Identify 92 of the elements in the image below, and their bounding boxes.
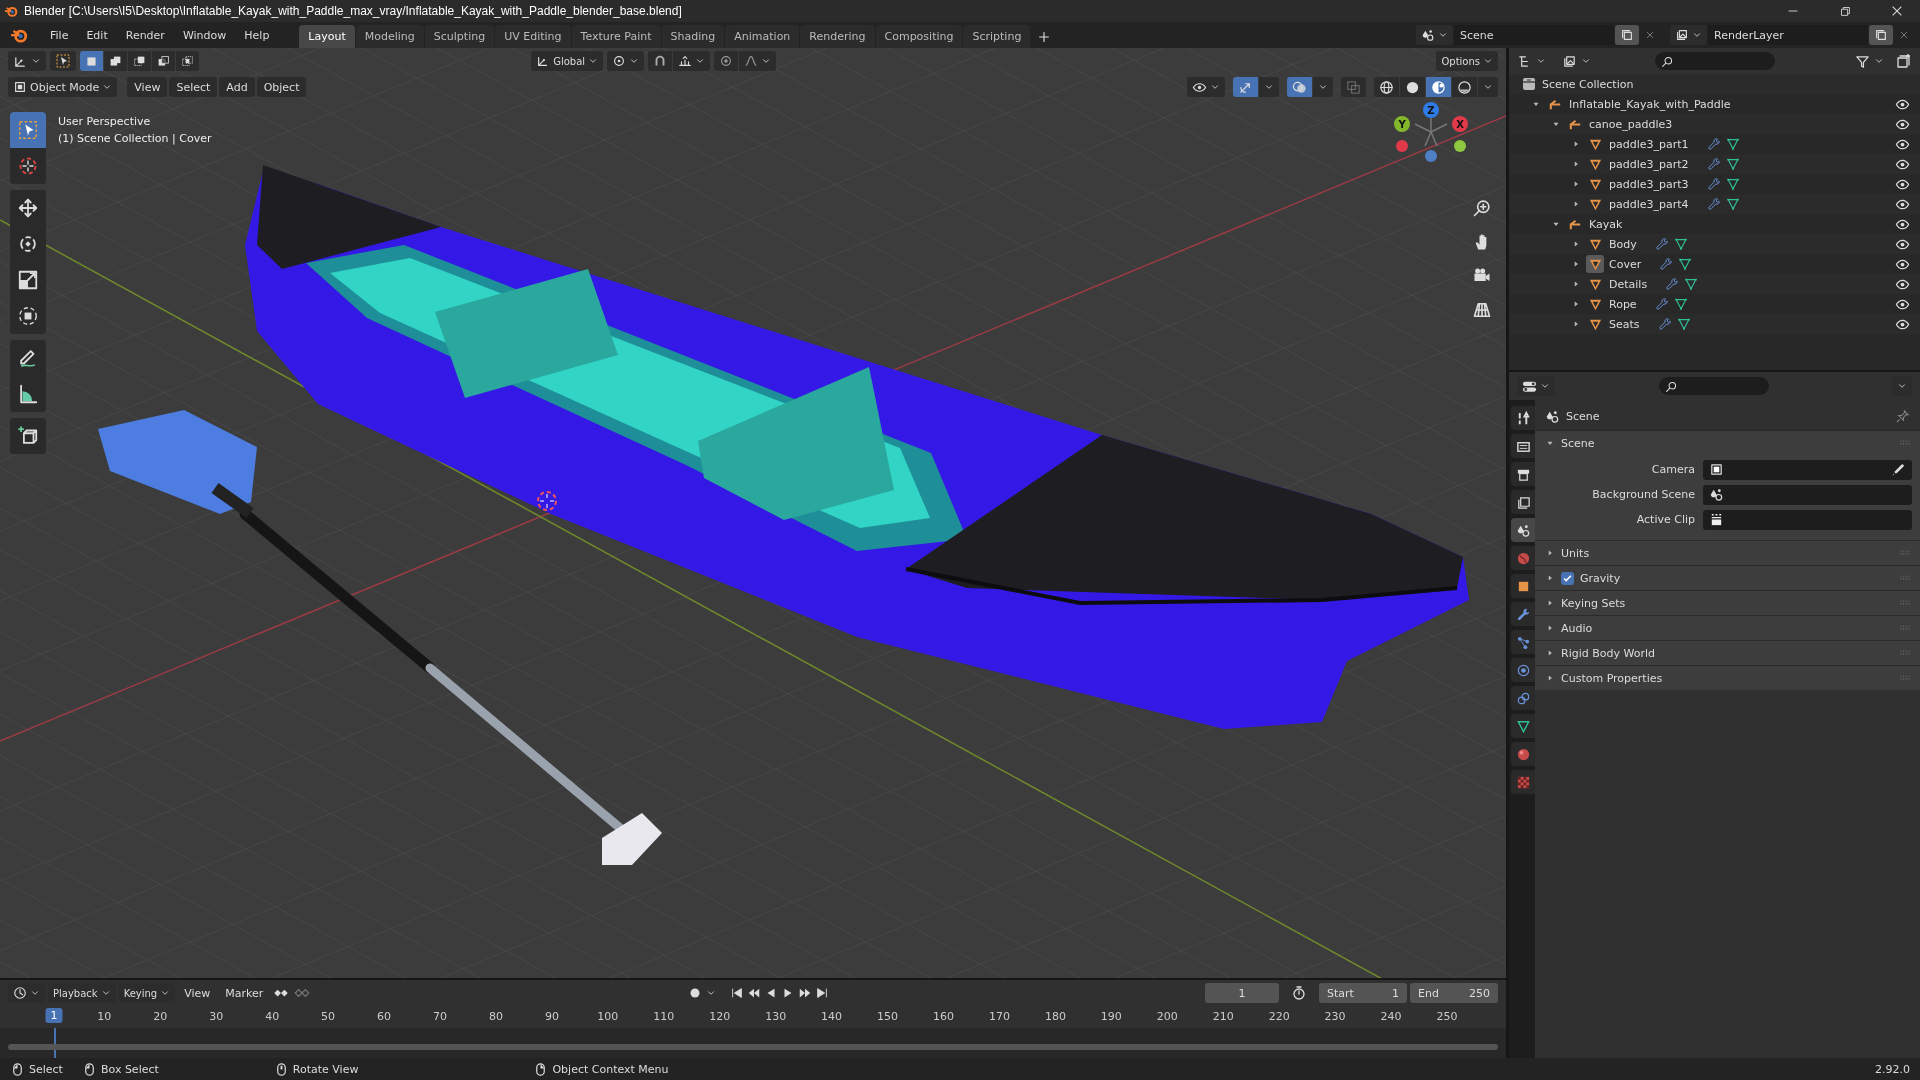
status-hint: Box Select (100, 1062, 159, 1076)
menu-dropdown[interactable]: Keying (118, 983, 176, 1003)
frame-number: 160 (933, 1010, 954, 1023)
frame-number: 110 (653, 1010, 675, 1023)
start-frame-field[interactable]: Start 1 (1319, 983, 1407, 1003)
menu-item[interactable]: Object (256, 77, 307, 97)
menu-item[interactable]: Window (174, 28, 235, 42)
version-label: 2.92.0 (1875, 1062, 1910, 1076)
orientation-dropdown[interactable]: Global (531, 51, 604, 71)
frame-number: 60 (377, 1010, 392, 1023)
field-label: Background Scene (1591, 488, 1695, 501)
frame-number: 40 (265, 1010, 280, 1023)
mode-dropdown[interactable]: Object Mode (8, 77, 118, 97)
workspace-tab[interactable]: Rendering (800, 25, 875, 48)
status-hint: Object Context Menu (552, 1062, 669, 1076)
tree-item[interactable]: Inflatable_Kayak_with_Paddle (1569, 97, 1731, 111)
viewport-info-text: (1) Scene Collection | Cover (58, 132, 212, 145)
frame-number: 30 (209, 1010, 224, 1023)
menu-item[interactable]: View (127, 77, 168, 97)
panel-header[interactable]: Keying Sets (1535, 591, 1920, 615)
current-frame-field[interactable]: 1 (1205, 983, 1279, 1003)
frame-number: 140 (821, 1010, 843, 1023)
frame-number: 90 (544, 1010, 559, 1023)
playhead[interactable]: 1 (45, 1008, 63, 1023)
tree-item[interactable]: Details (1609, 277, 1648, 291)
frame-number: 210 (1212, 1010, 1234, 1023)
panel-header[interactable]: Audio (1535, 616, 1920, 640)
tree-item[interactable]: paddle3_part1 (1609, 137, 1689, 151)
workspace-tab[interactable]: Layout (299, 25, 355, 48)
menu-item[interactable]: Select (169, 77, 218, 97)
frame-number: 230 (1324, 1010, 1346, 1023)
tree-item[interactable]: Kayak (1589, 217, 1623, 231)
tree-item[interactable]: paddle3_part3 (1609, 177, 1689, 191)
frame-number: 240 (1380, 1010, 1402, 1023)
frame-number: 200 (1156, 1010, 1178, 1023)
frame-number: 190 (1100, 1010, 1122, 1023)
panel-header[interactable]: Units (1535, 541, 1920, 565)
frame-number: 150 (877, 1010, 899, 1023)
tree-item[interactable]: paddle3_part2 (1609, 157, 1689, 171)
frame-number: 80 (489, 1010, 503, 1023)
viewport-info-text: User Perspective (58, 115, 152, 128)
menu-item[interactable]: Edit (78, 28, 116, 42)
frame-number: 250 (1436, 1010, 1458, 1023)
menu-item[interactable]: View (178, 986, 217, 1000)
field-label: Active Clip (1635, 513, 1695, 526)
menu-item[interactable]: File (42, 28, 77, 42)
workspace-tab[interactable]: Compositing (875, 25, 963, 48)
window-title: Blender [C:\Users\I5\Desktop\Inflatable_Kayak_with_Paddle_max_vray/Inflatable_Kayak_with_Paddle_blender_base.blend] (24, 4, 682, 18)
frame-number: 70 (433, 1010, 447, 1023)
menu-item[interactable]: Help (236, 28, 278, 42)
scene-name-field[interactable]: Scene (1454, 25, 1614, 45)
field-label: Camera (1650, 463, 1695, 476)
axis-ball[interactable]: Z (1423, 102, 1439, 118)
axis-ball[interactable]: Y (1394, 116, 1410, 132)
tree-item[interactable]: Body (1609, 237, 1637, 251)
context-label: Scene (1566, 409, 1600, 423)
workspace-tab[interactable]: Texture Paint (571, 25, 661, 48)
end-frame-field[interactable]: End 250 (1410, 983, 1498, 1003)
workspace-tab[interactable]: Modeling (355, 25, 424, 48)
panel-header[interactable]: Custom Properties (1535, 666, 1920, 690)
workspace-tab[interactable]: Scripting (963, 25, 1031, 48)
workspace-tab[interactable]: UV Editing (495, 25, 571, 48)
menu-dropdown[interactable]: Playback (48, 983, 116, 1003)
tree-item[interactable]: Scene Collection (1542, 77, 1634, 91)
workspace-tab[interactable]: Sculpting (424, 25, 495, 48)
tree-item[interactable]: Rope (1609, 297, 1637, 311)
tree-item[interactable]: paddle3_part4 (1609, 197, 1689, 211)
frame-number: 180 (1044, 1010, 1066, 1023)
menu-item[interactable]: Render (117, 28, 173, 42)
frame-number: 120 (709, 1010, 731, 1023)
panel-header[interactable]: Rigid Body World (1535, 641, 1920, 665)
frame-number: 20 (153, 1010, 168, 1023)
tree-item[interactable]: Seats (1609, 317, 1640, 331)
tree-item[interactable]: Cover (1609, 257, 1642, 271)
axis-ball[interactable]: X (1452, 116, 1468, 132)
workspace-tab[interactable]: Animation (725, 25, 800, 48)
tree-item[interactable]: canoe_paddle3 (1589, 117, 1673, 131)
panel-header[interactable]: Gravity (1535, 566, 1920, 590)
frame-number: 100 (597, 1010, 619, 1023)
view-layer-name-field[interactable]: RenderLayer (1708, 25, 1868, 45)
frame-number: 50 (321, 1010, 336, 1023)
frame-number: 170 (988, 1010, 1010, 1023)
panel-header[interactable]: Scene (1535, 431, 1920, 455)
workspace-tab[interactable]: Shading (661, 25, 725, 48)
menu-item[interactable]: Add (219, 77, 255, 97)
status-hint: Select (29, 1062, 63, 1076)
status-hint: Rotate View (292, 1062, 359, 1076)
frame-number: 130 (765, 1010, 787, 1023)
frame-number: 10 (97, 1010, 112, 1023)
menu-item[interactable]: Marker (219, 986, 270, 1000)
frame-number: 220 (1268, 1010, 1290, 1023)
options-dropdown[interactable]: Options (1436, 51, 1498, 71)
